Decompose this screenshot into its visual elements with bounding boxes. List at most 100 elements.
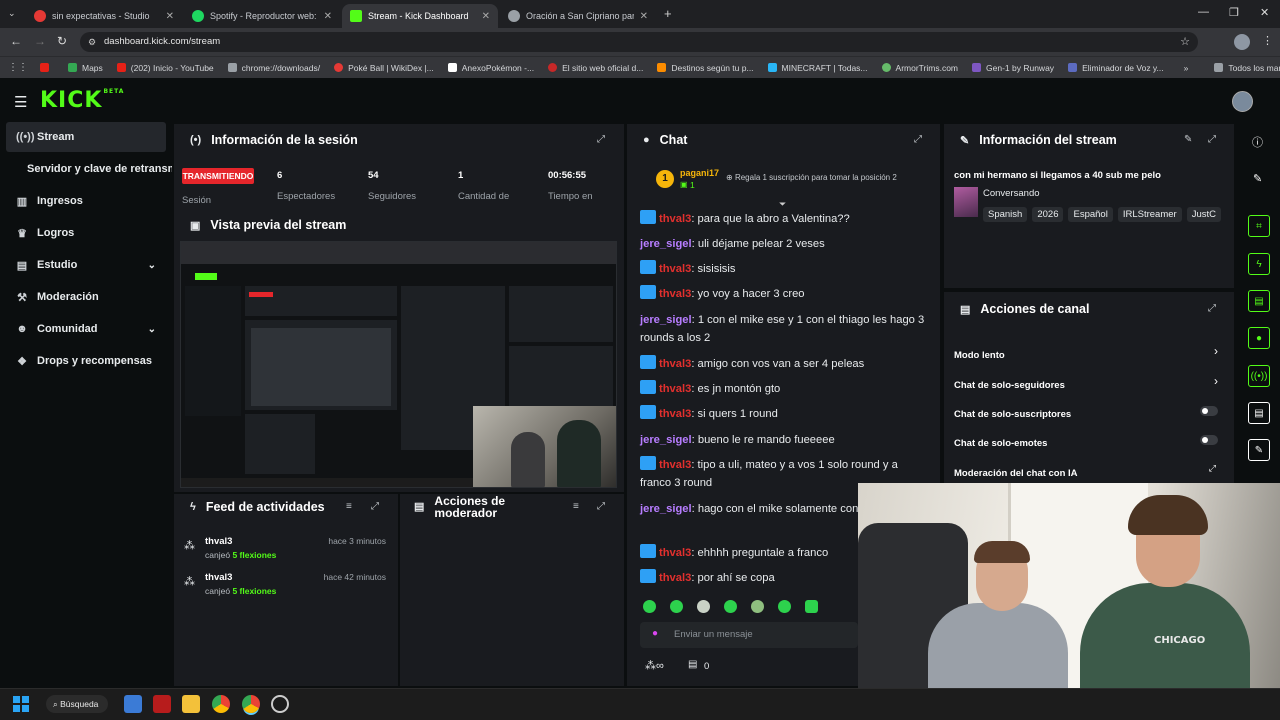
emote-icon[interactable]: [643, 600, 656, 613]
forward-icon[interactable]: →: [34, 34, 46, 48]
bookmark-sitio-oficial[interactable]: El sitio web oficial d...: [548, 63, 643, 73]
emote-icon[interactable]: [751, 600, 764, 613]
new-tab-button[interactable]: +: [664, 6, 672, 21]
taskbar-app-icon[interactable]: [271, 695, 289, 713]
subscribers-only-toggle[interactable]: [1200, 406, 1218, 416]
rail-wrench-button[interactable]: ✎: [1248, 439, 1270, 461]
emote-icon[interactable]: [778, 600, 791, 613]
channel-points-icon[interactable]: ⁂∞: [645, 659, 664, 672]
browser-tab-kick[interactable]: Stream - Kick Dashboard ✕: [342, 4, 498, 28]
emotes-only-toggle[interactable]: [1200, 435, 1218, 445]
browser-tab-spotify[interactable]: Spotify - Reproductor web: mú ✕: [184, 4, 340, 28]
tag[interactable]: 2026: [1032, 207, 1064, 222]
sidebar-item-logros[interactable]: ♛ Logros: [6, 218, 166, 248]
rail-broadcast-button[interactable]: ((•)): [1248, 365, 1270, 387]
browser-tab-oracion[interactable]: Oración a San Cipriano para At ✕: [500, 4, 656, 28]
action-ai-moderation[interactable]: Moderación del chat con IA ⤢: [954, 463, 1224, 479]
tag[interactable]: Español: [1068, 207, 1113, 222]
chat-username[interactable]: thval3: [659, 547, 691, 559]
sidebar-item-drops[interactable]: ❖ Drops y recompensas: [6, 346, 166, 376]
chat-username[interactable]: thval3: [659, 408, 691, 420]
expand-icon[interactable]: ⤢: [1208, 303, 1216, 314]
back-icon[interactable]: ←: [10, 34, 22, 48]
url-input[interactable]: ⚙ dashboard.kick.com/stream ☆: [80, 32, 1198, 52]
chat-username[interactable]: thval3: [659, 383, 691, 395]
rail-log-button[interactable]: ▤: [1248, 290, 1270, 312]
emote-icon[interactable]: [697, 600, 710, 613]
pinned-chevron-icon[interactable]: ⏷: [779, 199, 786, 210]
rail-bolt-button[interactable]: ϟ: [1248, 253, 1270, 275]
gift-prompt[interactable]: ⊕ Regala 1 suscripción para tomar la pos…: [726, 173, 897, 182]
expand-icon[interactable]: ⤢: [597, 134, 605, 145]
sidebar-item-stream[interactable]: ((•)) Stream: [6, 122, 166, 152]
bookmark-pokeball[interactable]: Poké Ball | WikiDex |...: [334, 63, 434, 73]
apps-icon[interactable]: ⋮⋮: [8, 62, 28, 73]
site-info-icon[interactable]: ⚙: [88, 32, 96, 52]
bookmark-runway[interactable]: Gen-1 by Runway: [972, 63, 1054, 73]
chat-username[interactable]: thval3: [659, 358, 691, 370]
close-icon[interactable]: ✕: [160, 11, 174, 22]
sidebar-item-servidor[interactable]: Servidor y clave de retransmisión: [6, 154, 172, 184]
edit-layout-icon[interactable]: ✎: [1253, 172, 1262, 185]
more-bookmarks-icon[interactable]: »: [1184, 63, 1189, 73]
stream-preview-video[interactable]: [180, 241, 617, 488]
chat-settings-icon[interactable]: ▤: [688, 659, 697, 670]
chat-username[interactable]: jere_sigel: [640, 314, 692, 326]
chat-username[interactable]: thval3: [659, 263, 691, 275]
file-explorer-icon[interactable]: [182, 695, 200, 713]
category-name[interactable]: Conversando: [983, 188, 1040, 199]
expand-icon[interactable]: ⤢: [914, 134, 922, 145]
bookmark-downloads[interactable]: chrome://downloads/: [227, 63, 320, 73]
chrome-icon[interactable]: [242, 695, 260, 713]
minimize-button[interactable]: —: [1198, 6, 1209, 18]
menu-dots-icon[interactable]: ⋮: [1262, 34, 1273, 47]
browser-tab-studio[interactable]: sin expectativas - Studio ✕: [26, 4, 182, 28]
bookmark-minecraft[interactable]: MINECRAFT | Todas...: [767, 63, 868, 73]
maximize-button[interactable]: ❐: [1229, 6, 1239, 19]
close-icon[interactable]: ✕: [634, 11, 648, 22]
bookmark-star-icon[interactable]: ☆: [1180, 32, 1190, 52]
info-icon[interactable]: ⓘ: [1252, 134, 1263, 150]
reload-icon[interactable]: ↻: [57, 34, 67, 48]
chat-username[interactable]: jere_sigel: [640, 238, 692, 250]
taskbar-app-icon[interactable]: [153, 695, 171, 713]
close-icon[interactable]: ✕: [476, 11, 490, 22]
rail-clip-button[interactable]: ⌗: [1248, 215, 1270, 237]
chat-username[interactable]: thval3: [659, 459, 691, 471]
bookmark-maps[interactable]: Maps: [68, 63, 103, 73]
sidebar-item-moderacion[interactable]: ⚒ Moderación: [6, 282, 166, 312]
kick-logo[interactable]: KICKBETA: [40, 88, 124, 113]
taskbar-search[interactable]: ⌕ Búsqueda: [46, 695, 108, 713]
emote-icon[interactable]: [724, 600, 737, 613]
taskbar-app-icon[interactable]: [124, 695, 142, 713]
chat-username[interactable]: jere_sigel: [640, 434, 692, 446]
chat-username[interactable]: jere_sigel: [640, 503, 692, 515]
sidebar-item-comunidad[interactable]: ☻ Comunidad ⌄: [6, 314, 166, 344]
bookmark-armortrims[interactable]: ArmorTrims.com: [881, 63, 958, 73]
tag[interactable]: JustC: [1186, 207, 1221, 222]
action-slow-mode[interactable]: Modo lento ›: [954, 344, 1224, 361]
bookmark-anexo[interactable]: AnexoPokémon -...: [447, 63, 534, 73]
sidebar-item-estudio[interactable]: ▤ Estudio ⌄: [6, 250, 166, 280]
tab-search-icon[interactable]: ⌄: [8, 8, 16, 19]
tag[interactable]: Spanish: [983, 207, 1028, 222]
user-avatar[interactable]: [1232, 91, 1253, 112]
hamburger-menu-icon[interactable]: ☰: [14, 93, 27, 111]
close-icon[interactable]: ✕: [318, 11, 332, 22]
tag[interactable]: IRLStreamer: [1117, 207, 1182, 222]
emote-icon[interactable]: [805, 600, 818, 613]
expand-icon[interactable]: ⤢: [371, 501, 379, 512]
sidebar-item-ingresos[interactable]: ▥ Ingresos: [6, 186, 166, 216]
chrome-icon[interactable]: [212, 695, 230, 713]
expand-icon[interactable]: ⤢: [597, 501, 605, 512]
filter-icon[interactable]: ≡: [346, 501, 352, 512]
windows-start-icon[interactable]: [13, 696, 29, 712]
expand-icon[interactable]: ⤢: [1208, 134, 1216, 145]
top-gifter[interactable]: 1 pagani17 ▣ 1: [656, 168, 726, 194]
action-followers-only[interactable]: Chat de solo-seguidores ›: [954, 374, 1224, 391]
profile-avatar[interactable]: [1234, 34, 1250, 50]
chat-username[interactable]: thval3: [659, 288, 691, 300]
chat-username[interactable]: thval3: [659, 572, 691, 584]
bookmark-folder-all[interactable]: Todos los marcadores: [1214, 63, 1280, 73]
rail-chat-button[interactable]: ●: [1248, 327, 1270, 349]
